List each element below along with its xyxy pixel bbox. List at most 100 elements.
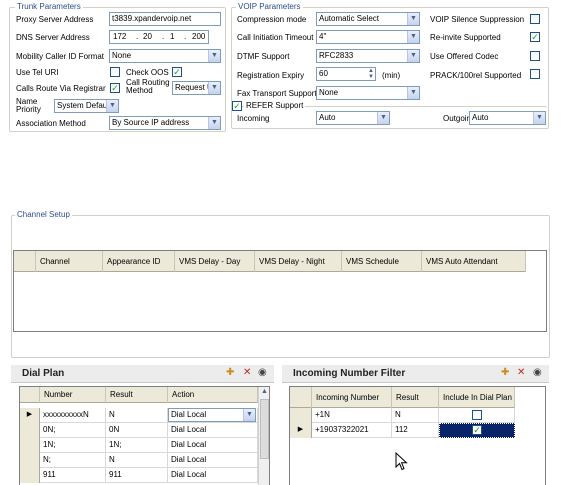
column-header[interactable]: Appearance ID xyxy=(103,251,175,272)
dtmf-support-select[interactable]: RFC2833 ▼ xyxy=(316,49,420,63)
column-header[interactable]: Channel xyxy=(36,251,103,272)
filter-include-cell[interactable] xyxy=(439,408,515,423)
scroll-up-icon[interactable]: ▲ xyxy=(261,388,268,395)
dial-plan-action[interactable]: Dial Local xyxy=(168,468,258,483)
use-tel-uri-checkbox[interactable] xyxy=(110,67,120,77)
filter-result[interactable]: 112 xyxy=(392,423,439,438)
prack-checkbox[interactable] xyxy=(530,69,540,79)
view-icon[interactable]: ◉ xyxy=(533,367,542,379)
column-header[interactable]: Result xyxy=(106,387,168,403)
column-header xyxy=(14,251,36,272)
filter-include-cell[interactable]: ✓ xyxy=(439,423,515,438)
association-method-select[interactable]: By Source IP address ▼ xyxy=(109,116,221,130)
dial-plan-number[interactable]: 1N; xyxy=(40,438,106,453)
outgoing-value: Auto xyxy=(472,113,489,122)
filter-result[interactable]: N xyxy=(392,408,439,423)
registration-expiry-value: 60 xyxy=(319,69,328,78)
trunk-parameters-title: Trunk Parameters xyxy=(15,2,83,11)
column-header[interactable]: Incoming Number xyxy=(312,387,392,408)
dial-plan-action-select[interactable]: Dial Local ▼ xyxy=(168,408,256,422)
dial-plan-result[interactable]: 1N; xyxy=(106,438,168,453)
dial-plan-scrollbar[interactable]: ▲ xyxy=(258,387,269,485)
mobility-caller-id-select[interactable]: None ▼ xyxy=(109,49,221,63)
call-initiation-select[interactable]: 4" ▼ xyxy=(316,30,420,44)
voip-silence-checkbox[interactable] xyxy=(530,14,540,24)
view-icon[interactable]: ◉ xyxy=(258,367,267,379)
name-priority-select[interactable]: System Default ▼ xyxy=(54,99,119,113)
row-selector[interactable] xyxy=(20,423,40,438)
column-header[interactable]: Include In Dial Plan xyxy=(439,387,515,408)
check-oos-label: Check OOS xyxy=(126,68,169,77)
refer-support-checkbox[interactable]: ✓ xyxy=(232,101,242,111)
channel-grid[interactable]: Channel Appearance ID VMS Delay - Day VM… xyxy=(13,250,547,332)
dtmf-support-label: DTMF Support xyxy=(237,52,290,61)
dial-plan-number[interactable]: 911 xyxy=(40,468,106,483)
table-row[interactable]: ▶ xxxxxxxxxxN N Dial Local ▼ xyxy=(20,408,258,423)
table-row[interactable]: 1N; 1N; Dial Local xyxy=(20,438,258,453)
fax-transport-select[interactable]: None ▼ xyxy=(316,86,420,100)
column-header[interactable]: Number xyxy=(40,387,106,403)
proxy-server-input[interactable]: t3839.xpandervoip.net xyxy=(109,12,221,26)
row-selector[interactable]: ▶ xyxy=(20,408,40,423)
registration-expiry-spinner[interactable]: 60 ▲ ▼ xyxy=(316,67,376,81)
table-row[interactable]: 911 911 Dial Local xyxy=(20,468,258,483)
filter-number[interactable]: +19037322021 xyxy=(312,423,392,438)
dial-plan-result[interactable]: N xyxy=(106,408,168,423)
outgoing-select[interactable]: Auto ▼ xyxy=(469,111,546,125)
spinner-arrows-icon[interactable]: ▲ ▼ xyxy=(368,68,374,80)
row-selector[interactable] xyxy=(20,468,40,483)
include-in-dial-plan-checkbox[interactable] xyxy=(472,410,482,420)
mouse-cursor-icon xyxy=(395,452,408,471)
column-header[interactable]: Action xyxy=(168,387,258,403)
column-header[interactable]: Result xyxy=(392,387,439,408)
row-selector[interactable] xyxy=(20,438,40,453)
dns-server-input[interactable]: 172 . 20 . 1 . 200 xyxy=(109,30,209,44)
add-icon[interactable]: ✚ xyxy=(226,367,234,379)
call-routing-method-select[interactable]: Request U ▼ xyxy=(172,81,221,95)
dial-plan-number[interactable]: 0N; xyxy=(40,423,106,438)
voip-silence-label: VOIP Silence Suppression xyxy=(430,15,525,24)
table-row[interactable]: +1N N xyxy=(290,408,515,423)
row-selector[interactable] xyxy=(20,453,40,468)
incoming-select[interactable]: Auto ▼ xyxy=(316,111,390,125)
compression-mode-select[interactable]: Automatic Select ▼ xyxy=(316,12,420,26)
column-header[interactable]: VMS Schedule xyxy=(342,251,422,272)
column-header[interactable]: VMS Delay - Night xyxy=(255,251,342,272)
filter-number[interactable]: +1N xyxy=(312,408,392,423)
check-oos-checkbox[interactable]: ✓ xyxy=(172,67,182,77)
dns-dot-2: . xyxy=(162,32,165,41)
dial-plan-result[interactable]: 0N xyxy=(106,423,168,438)
reinvite-checkbox[interactable]: ✓ xyxy=(530,32,540,42)
channel-grid-header: Channel Appearance ID VMS Delay - Day VM… xyxy=(14,251,526,272)
delete-icon[interactable]: ✕ xyxy=(517,367,525,379)
include-in-dial-plan-checkbox[interactable]: ✓ xyxy=(472,425,482,435)
scroll-thumb[interactable] xyxy=(260,399,269,459)
dial-plan-action[interactable]: Dial Local xyxy=(168,423,258,438)
dial-plan-action[interactable]: Dial Local xyxy=(168,438,258,453)
add-icon[interactable]: ✚ xyxy=(501,367,509,379)
column-header[interactable]: VMS Auto Attendant xyxy=(422,251,526,272)
table-row[interactable]: 0N; 0N Dial Local xyxy=(20,423,258,438)
table-row[interactable]: ▶ +19037322021 112 ✓ xyxy=(290,423,515,438)
dial-plan-number[interactable]: xxxxxxxxxxN xyxy=(40,408,106,423)
chevron-down-icon: ▼ xyxy=(407,87,419,99)
row-selector[interactable] xyxy=(290,408,312,423)
dial-plan-number[interactable]: N; xyxy=(40,453,106,468)
calls-route-registrar-checkbox[interactable]: ✓ xyxy=(110,83,120,93)
dial-plan-result[interactable]: N xyxy=(106,453,168,468)
incoming-filter-grid[interactable]: Incoming Number Result Include In Dial P… xyxy=(289,386,546,485)
dial-plan-action[interactable]: Dial Local xyxy=(168,453,258,468)
delete-icon[interactable]: ✕ xyxy=(243,367,251,379)
column-header[interactable]: VMS Delay - Day xyxy=(175,251,255,272)
incoming-filter-title: Incoming Number Filter xyxy=(293,368,406,379)
calls-route-registrar-label: Calls Route Via Registrar xyxy=(16,84,106,93)
dial-plan-action[interactable]: Dial Local ▼ xyxy=(168,408,258,423)
registration-expiry-label: Registration Expiry xyxy=(237,71,305,80)
dial-plan-result[interactable]: 911 xyxy=(106,468,168,483)
row-selector[interactable]: ▶ xyxy=(290,423,312,438)
chevron-down-icon: ▼ xyxy=(208,82,220,94)
dial-plan-grid[interactable]: Number Result Action ▶ xxxxxxxxxxN N Dia… xyxy=(19,386,270,485)
offered-codec-checkbox[interactable] xyxy=(530,51,540,61)
chevron-down-icon: ▼ xyxy=(407,13,419,25)
table-row[interactable]: N; N Dial Local xyxy=(20,453,258,468)
